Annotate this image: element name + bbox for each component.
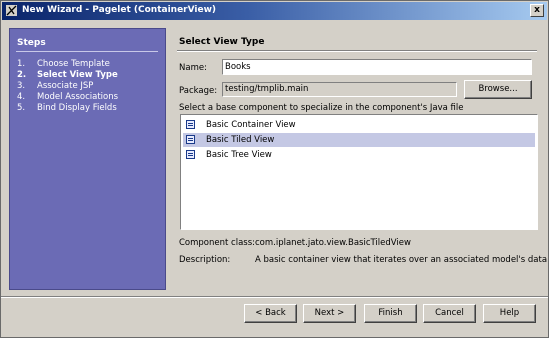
name-label: Name:	[179, 63, 207, 73]
step-item: 3. Associate JSP	[17, 81, 118, 92]
close-button[interactable]: x	[530, 4, 544, 17]
step-number: 5.	[17, 103, 26, 113]
next-button[interactable]: Next >	[303, 304, 356, 323]
wizard-app-icon	[6, 5, 17, 16]
title-bar[interactable]: New Wizard - Pagelet (ContainerView) x	[2, 2, 547, 20]
description-label: Description:	[179, 255, 231, 265]
step-item: 5. Bind Display Fields	[17, 103, 118, 114]
help-button[interactable]: Help	[483, 304, 536, 323]
component-class-label: Component class:	[179, 238, 256, 248]
step-label: Model Associations	[37, 92, 119, 102]
step-label: Choose Template	[37, 59, 110, 69]
steps-list: 1. Choose Template 2. Select View Type 3. A…	[17, 59, 118, 114]
list-item[interactable]: Basic Container View	[183, 118, 535, 132]
step-item: 4. Model Associations	[17, 92, 118, 103]
step-label: Select View Type	[37, 70, 118, 80]
package-field: testing/tmplib.main	[222, 82, 457, 97]
name-field[interactable]: Books	[222, 59, 532, 75]
component-class-value: com.iplanet.jato.view.BasicTiledView	[255, 238, 411, 248]
package-label: Package:	[179, 86, 218, 96]
list-prompt: Select a base component to specialize in…	[179, 103, 464, 113]
cancel-button[interactable]: Cancel	[423, 304, 476, 323]
step-number: 3.	[17, 81, 26, 91]
list-item-label: Basic Tiled View	[206, 135, 275, 145]
section-title: Select View Type	[179, 37, 265, 47]
steps-panel: Steps 1. Choose Template 2. Select View Ty…	[9, 28, 166, 290]
list-item[interactable]: Basic Tree View	[183, 148, 535, 162]
step-item-current: 2. Select View Type	[17, 70, 118, 81]
step-label: Bind Display Fields	[37, 103, 117, 113]
finish-button[interactable]: Finish	[364, 304, 417, 323]
back-button[interactable]: < Back	[244, 304, 297, 323]
steps-title: Steps	[17, 38, 46, 48]
component-icon	[186, 120, 195, 129]
step-number: 4.	[17, 92, 26, 102]
list-item-label: Basic Tree View	[206, 150, 272, 160]
step-number: 1.	[17, 59, 26, 69]
view-type-list[interactable]: Basic Container View Basic Tiled View Ba…	[180, 114, 538, 230]
list-item-selected[interactable]: Basic Tiled View	[183, 133, 535, 147]
browse-button[interactable]: Browse...	[464, 80, 532, 99]
component-icon	[186, 150, 195, 159]
section-divider	[177, 50, 537, 52]
wizard-window: New Wizard - Pagelet (ContainerView) x S…	[0, 0, 549, 338]
component-icon	[186, 135, 195, 144]
main-panel: Select View Type Name: Books Package: te…	[175, 28, 547, 290]
step-number: 2.	[17, 70, 27, 80]
step-item: 1. Choose Template	[17, 59, 118, 70]
steps-divider	[16, 51, 158, 52]
window-title: New Wizard - Pagelet (ContainerView)	[22, 5, 217, 15]
step-label: Associate JSP	[37, 81, 94, 91]
description-value: A basic container view that iterates ove…	[255, 255, 548, 265]
list-item-label: Basic Container View	[206, 120, 296, 130]
browse-button-label: Browse...	[478, 84, 518, 94]
footer-divider	[1, 296, 548, 298]
